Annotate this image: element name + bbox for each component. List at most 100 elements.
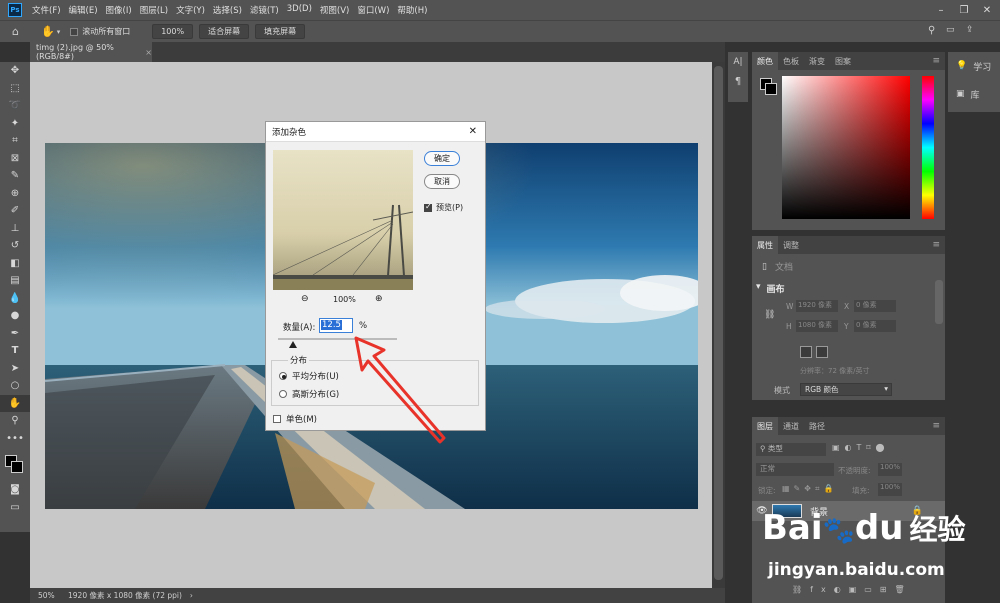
crop-tool-icon[interactable]: ⌗ bbox=[0, 132, 30, 150]
tab-adjustments[interactable]: 调整 bbox=[778, 236, 804, 254]
share-icon[interactable]: ⇪ bbox=[966, 25, 974, 35]
color-field[interactable] bbox=[782, 76, 910, 219]
uniform-option[interactable]: 平均分布(U) bbox=[279, 370, 339, 382]
eyedropper-tool-icon[interactable]: ✎ bbox=[0, 167, 30, 185]
gaussian-radio[interactable] bbox=[279, 390, 287, 398]
fit-screen-button[interactable]: 适合屏幕 bbox=[199, 24, 250, 39]
menu-item[interactable]: 选择(S) bbox=[209, 4, 246, 16]
opacity-field[interactable]: 100% bbox=[878, 463, 902, 476]
monochrome-option[interactable]: 单色(M) bbox=[273, 413, 317, 425]
workspace-icon[interactable]: ▭ bbox=[946, 25, 955, 35]
close-window-icon[interactable]: ✕ bbox=[976, 0, 998, 20]
lock-icons[interactable]: ▦✎✥⌗🔒 bbox=[782, 484, 837, 494]
learn-button[interactable]: 💡 学习 bbox=[948, 52, 1000, 80]
y-field[interactable]: 0 像素 bbox=[854, 320, 896, 332]
gradient-tool-icon[interactable]: ▤ bbox=[0, 272, 30, 290]
vertical-scrollbar[interactable] bbox=[712, 62, 725, 588]
menu-item[interactable]: 滤镜(T) bbox=[246, 4, 283, 16]
filter-preview[interactable] bbox=[273, 150, 413, 290]
layer-filter-icons[interactable]: ▣◐T⌑⬤ bbox=[832, 443, 889, 452]
tab-color[interactable]: 颜色 bbox=[752, 52, 778, 70]
scroll-all-checkbox[interactable] bbox=[70, 27, 79, 36]
background-color-swatch[interactable] bbox=[11, 461, 23, 473]
hand-tool-icon[interactable]: ✋ bbox=[41, 25, 55, 38]
menu-item[interactable]: 文件(F) bbox=[28, 4, 65, 16]
menu-item[interactable]: 帮助(H) bbox=[393, 4, 431, 16]
hue-slider[interactable] bbox=[922, 76, 934, 219]
scroll-thumb[interactable] bbox=[714, 66, 723, 580]
screen-mode-icon[interactable]: ▭ bbox=[0, 499, 30, 517]
hand-tool-active-icon[interactable]: ✋ bbox=[0, 394, 30, 412]
type-tool-icon[interactable]: T bbox=[0, 342, 30, 360]
layer-action-icons[interactable]: ⛓fx◐▣▭⊞🗑 bbox=[792, 585, 913, 594]
zoom-100-button[interactable]: 100% bbox=[152, 24, 194, 39]
link-icon[interactable]: ⛓ bbox=[764, 310, 775, 320]
tab-properties[interactable]: 属性 bbox=[752, 236, 778, 254]
move-tool-icon[interactable]: ✥ bbox=[0, 62, 30, 80]
mode-select[interactable]: RGB 颜色 ▾ bbox=[800, 383, 892, 396]
portrait-icon[interactable] bbox=[800, 346, 812, 358]
menu-item[interactable]: 图像(I) bbox=[102, 4, 136, 16]
panel-menu-icon[interactable]: ≡ bbox=[932, 56, 945, 66]
cancel-button[interactable]: 取消 bbox=[424, 174, 460, 189]
healing-brush-tool-icon[interactable]: ⊕ bbox=[0, 185, 30, 203]
dodge-tool-icon[interactable]: ● bbox=[0, 307, 30, 325]
blur-tool-icon[interactable]: 💧 bbox=[0, 290, 30, 308]
tab-swatches[interactable]: 色板 bbox=[778, 52, 804, 70]
monochrome-checkbox[interactable] bbox=[273, 415, 281, 423]
quick-mask-icon[interactable]: ◙ bbox=[0, 481, 30, 499]
path-selection-tool-icon[interactable]: ➤ bbox=[0, 360, 30, 378]
tab-gradients[interactable]: 渐变 bbox=[804, 52, 830, 70]
x-field[interactable]: 0 像素 bbox=[854, 300, 896, 312]
character-panel-icon[interactable]: A| bbox=[728, 52, 748, 72]
frame-tool-icon[interactable]: ⊠ bbox=[0, 150, 30, 168]
preview-checkbox[interactable]: ✓ bbox=[424, 202, 432, 212]
width-field[interactable]: 1920 像素 bbox=[796, 300, 838, 312]
bg-color-chip[interactable] bbox=[765, 83, 777, 95]
library-button[interactable]: ▣ 库 bbox=[948, 80, 1000, 108]
close-tab-icon[interactable]: × bbox=[145, 48, 152, 57]
menu-item[interactable]: 3D(D) bbox=[283, 4, 316, 16]
menu-item[interactable]: 图层(L) bbox=[136, 4, 172, 16]
pen-tool-icon[interactable]: ✒ bbox=[0, 325, 30, 343]
status-arrow-icon[interactable]: › bbox=[190, 591, 193, 600]
lasso-tool-icon[interactable]: ➰ bbox=[0, 97, 30, 115]
canvas-section[interactable]: ▾ 画布 bbox=[756, 282, 785, 295]
stamp-tool-icon[interactable]: ⊥ bbox=[0, 220, 30, 238]
tab-layers[interactable]: 图层 bbox=[752, 417, 778, 435]
document-tab[interactable]: timg (2).jpg @ 50%(RGB/8#) × bbox=[30, 42, 152, 62]
status-zoom[interactable]: 50% bbox=[30, 591, 60, 600]
preview-option[interactable]: ✓ 预览(P) bbox=[424, 202, 463, 213]
tab-patterns[interactable]: 图案 bbox=[830, 52, 856, 70]
shape-tool-icon[interactable]: ○ bbox=[0, 377, 30, 395]
fill-field[interactable]: 100% bbox=[878, 483, 902, 496]
color-swatches[interactable] bbox=[0, 447, 30, 481]
menu-item[interactable]: 文字(Y) bbox=[172, 4, 209, 16]
zoom-tool-icon[interactable]: ⚲ bbox=[0, 412, 30, 430]
dialog-close-icon[interactable]: ✕ bbox=[469, 126, 485, 137]
menu-item[interactable]: 视图(V) bbox=[316, 4, 353, 16]
tab-paths[interactable]: 路径 bbox=[804, 417, 830, 435]
paragraph-panel-icon[interactable]: ¶ bbox=[728, 72, 748, 90]
zoom-in-icon[interactable]: ⊕ bbox=[375, 294, 383, 304]
search-icon[interactable]: ⚲ bbox=[928, 25, 935, 36]
history-brush-tool-icon[interactable]: ↺ bbox=[0, 237, 30, 255]
magic-wand-tool-icon[interactable]: ✦ bbox=[0, 115, 30, 133]
panel-menu-icon[interactable]: ≡ bbox=[932, 240, 945, 250]
fill-screen-button[interactable]: 填充屏幕 bbox=[255, 24, 306, 39]
height-field[interactable]: 1080 像素 bbox=[796, 320, 838, 332]
gaussian-option[interactable]: 高斯分布(G) bbox=[279, 388, 339, 400]
uniform-radio[interactable] bbox=[279, 372, 287, 380]
landscape-icon[interactable] bbox=[816, 346, 828, 358]
tab-channels[interactable]: 通道 bbox=[778, 417, 804, 435]
minimize-icon[interactable]: – bbox=[930, 0, 952, 20]
panel-menu-icon[interactable]: ≡ bbox=[932, 421, 945, 431]
marquee-tool-icon[interactable]: ⬚ bbox=[0, 80, 30, 98]
restore-icon[interactable]: ❐ bbox=[953, 0, 975, 20]
eraser-tool-icon[interactable]: ◧ bbox=[0, 255, 30, 273]
menu-item[interactable]: 窗口(W) bbox=[353, 4, 393, 16]
properties-scrollbar[interactable] bbox=[935, 280, 943, 324]
more-tools-icon[interactable]: ••• bbox=[0, 430, 30, 448]
amount-slider-thumb[interactable] bbox=[288, 341, 297, 348]
zoom-out-icon[interactable]: ⊖ bbox=[301, 294, 309, 304]
